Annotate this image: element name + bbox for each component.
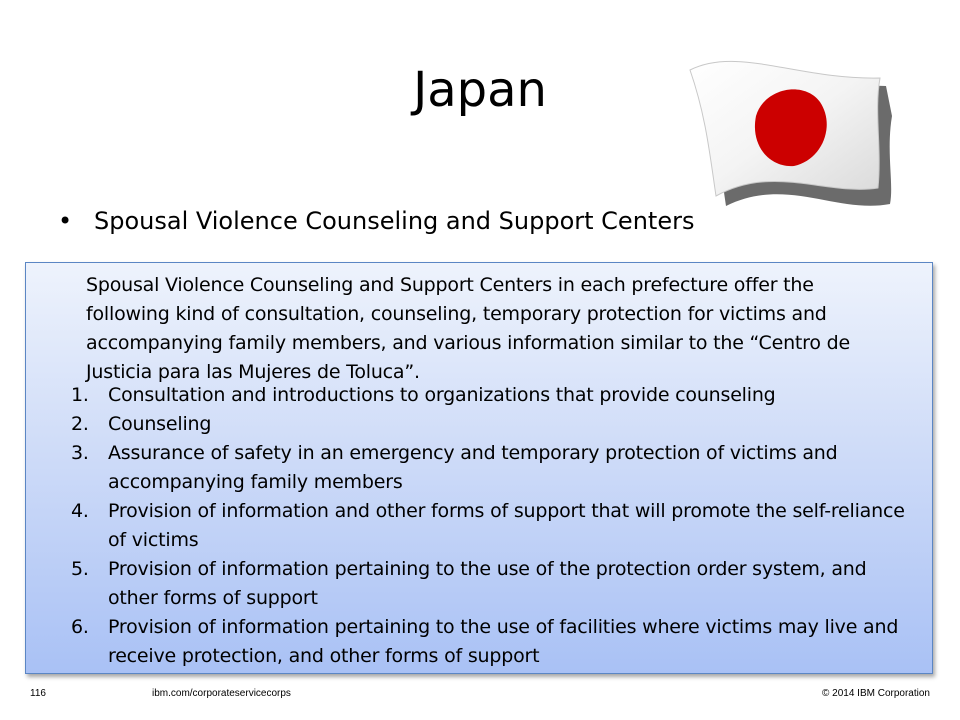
bullet-icon: • — [58, 207, 73, 235]
list-item-number: 2. — [71, 413, 89, 435]
list-item-number: 5. — [71, 558, 89, 580]
list-item: 5. Provision of information pertaining t… — [26, 555, 908, 613]
services-list: 1. Consultation and introductions to org… — [26, 381, 926, 671]
list-item-number: 1. — [71, 384, 89, 406]
list-item: 4. Provision of information and other fo… — [26, 497, 908, 555]
footer-url[interactable]: ibm.com/corporateservicecorps — [152, 688, 291, 699]
list-item-text: Provision of information and other forms… — [108, 500, 905, 551]
list-item-text: Provision of information pertaining to t… — [108, 616, 899, 667]
list-item: 2. Counseling — [26, 410, 908, 439]
list-item: 6. Provision of information pertaining t… — [26, 613, 908, 671]
copyright-notice: © 2014 IBM Corporation — [822, 688, 930, 699]
list-item-number: 6. — [71, 616, 89, 638]
list-item-text: Counseling — [108, 413, 212, 435]
list-item-number: 4. — [71, 500, 89, 522]
list-item-text: Provision of information pertaining to t… — [108, 558, 867, 609]
list-item-text: Consultation and introductions to organi… — [108, 384, 776, 406]
list-item: 1. Consultation and introductions to org… — [26, 381, 908, 410]
japan-flag-icon — [689, 60, 892, 206]
page-number: 116 — [30, 688, 46, 699]
list-item-number: 3. — [71, 442, 89, 464]
box-intro-text: Spousal Violence Counseling and Support … — [86, 274, 850, 383]
info-box: Spousal Violence Counseling and Support … — [25, 262, 933, 674]
list-item: 3. Assurance of safety in an emergency a… — [26, 439, 908, 497]
list-item-text: Assurance of safety in an emergency and … — [108, 442, 838, 493]
bullet-text: Spousal Violence Counseling and Support … — [94, 207, 695, 235]
